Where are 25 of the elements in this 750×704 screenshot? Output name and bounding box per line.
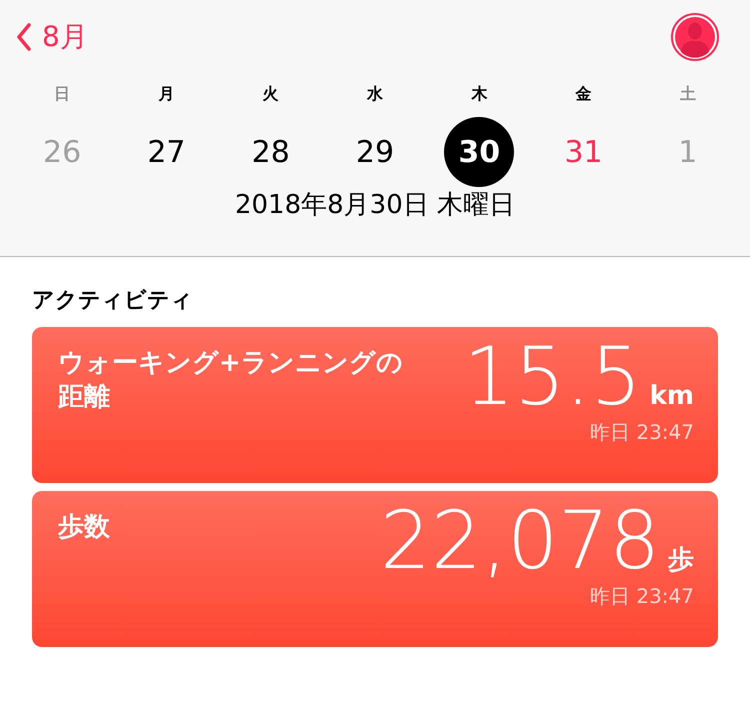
- calendar-day[interactable]: 28: [236, 117, 306, 187]
- metric-card[interactable]: 歩数 22,078 歩 昨日 23:47: [32, 491, 718, 647]
- weekday-label: 土: [678, 84, 697, 105]
- calendar-day[interactable]: 29: [340, 117, 410, 187]
- weekday-label: 日: [53, 84, 72, 105]
- metric-unit: km: [650, 381, 694, 411]
- weekday-label: 火: [262, 84, 280, 105]
- weekday-label: 月: [157, 84, 176, 105]
- metric-unit: 歩: [668, 544, 694, 577]
- calendar-day[interactable]: 26: [27, 117, 98, 187]
- weekday-label: 金: [574, 84, 593, 105]
- section-title: アクティビティ: [32, 287, 194, 315]
- weekday-label: 木: [470, 84, 488, 105]
- calendar-day[interactable]: 27: [131, 117, 202, 187]
- date-title: 2018年8月30日 木曜日: [234, 189, 516, 222]
- calendar-day[interactable]: 31: [548, 117, 619, 187]
- metric-title: ウォーキング+ランニングの距離: [58, 347, 403, 414]
- weekday-label: 水: [366, 84, 384, 105]
- metric-card[interactable]: ウォーキング+ランニングの距離 15.5 km 昨日 23:47: [32, 327, 718, 483]
- calendar-day[interactable]: 1: [652, 117, 723, 187]
- profile-avatar-icon[interactable]: [670, 12, 720, 62]
- back-button[interactable]: 8月: [16, 18, 88, 56]
- chevron-icon: [16, 23, 32, 51]
- calendar-day[interactable]: 30: [444, 117, 514, 187]
- metric-title: 歩数: [58, 511, 111, 544]
